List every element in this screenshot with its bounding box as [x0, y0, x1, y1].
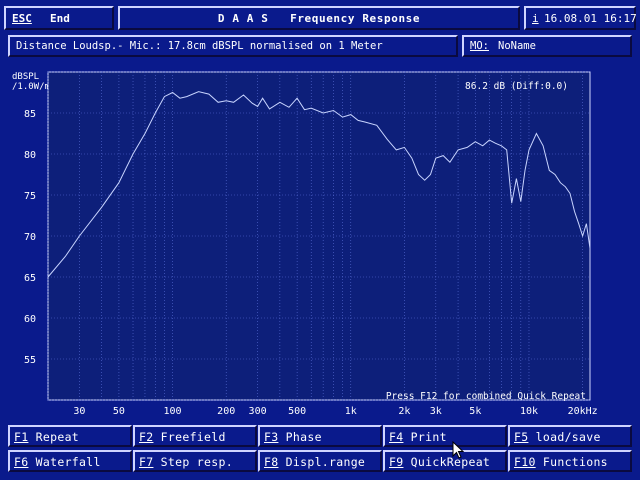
- fkey-label: F5 load/save: [514, 430, 601, 444]
- fkey-text: Print: [403, 430, 447, 444]
- fkey-label: F8 Displ.range: [264, 455, 365, 469]
- level-readout: 86.2 dB (Diff:0.0): [465, 81, 568, 92]
- fkey-text: QuickRepeat: [403, 455, 491, 469]
- fkey-f5-button[interactable]: F5 load/save: [508, 425, 632, 447]
- fkey-text: Functions: [535, 455, 608, 469]
- fkey-text: Step resp.: [153, 455, 233, 469]
- frequency-response-chart[interactable]: 85 80 75 70 65 60 55 30 50 100 200 300 500 1k 2k 3k 5k 1…: [0, 0, 640, 420]
- fkey-key: F4: [389, 430, 404, 444]
- fkey-key: F8: [264, 455, 279, 469]
- fkey-text: Freefield: [153, 430, 226, 444]
- fkey-text: Displ.range: [278, 455, 366, 469]
- fkey-label: F7 Step resp.: [139, 455, 233, 469]
- fkey-text: Repeat: [28, 430, 80, 444]
- fkey-f6-button[interactable]: F6 Waterfall: [8, 450, 132, 472]
- y-tick-label: 70: [24, 232, 36, 243]
- x-tick-label: 200: [217, 406, 235, 417]
- fkey-text: Waterfall: [28, 455, 101, 469]
- fkey-label: F10 Functions: [514, 455, 608, 469]
- fkey-label: F1 Repeat: [14, 430, 79, 444]
- x-tick-label: 2k: [398, 406, 410, 417]
- y-tick-label: 55: [24, 355, 36, 366]
- x-tick-label: 30: [73, 406, 85, 417]
- fkey-f3-button[interactable]: F3 Phase: [258, 425, 382, 447]
- fkey-text: load/save: [528, 430, 601, 444]
- fkey-key: F6: [14, 455, 29, 469]
- fkey-f7-button[interactable]: F7 Step resp.: [133, 450, 257, 472]
- quick-repeat-hint: Press F12 for combined Quick Repeat: [386, 391, 586, 402]
- fkey-label: F9 QuickRepeat: [389, 455, 490, 469]
- fkey-key: F1: [14, 430, 29, 444]
- fkey-label: F2 Freefield: [139, 430, 226, 444]
- fkey-f2-button[interactable]: F2 Freefield: [133, 425, 257, 447]
- fkey-key: F7: [139, 455, 154, 469]
- fkey-key: F3: [264, 430, 279, 444]
- x-tick-label: 1k: [345, 406, 357, 417]
- fkey-f1-button[interactable]: F1 Repeat: [8, 425, 132, 447]
- x-tick-label: 300: [249, 406, 267, 417]
- fkey-key: F5: [514, 430, 529, 444]
- y-tick-label: 65: [24, 273, 36, 284]
- fkey-text: Phase: [278, 430, 322, 444]
- fkey-f9-button[interactable]: F9 QuickRepeat: [383, 450, 507, 472]
- fkey-key: F9: [389, 455, 404, 469]
- x-tick-label: 3k: [430, 406, 442, 417]
- x-tick-label: 500: [288, 406, 306, 417]
- y-tick-label: 80: [24, 150, 36, 161]
- fkey-label: F6 Waterfall: [14, 455, 101, 469]
- x-tick-label: 10k: [520, 406, 538, 417]
- fkey-f10-button[interactable]: F10 Functions: [508, 450, 632, 472]
- y-tick-label: 75: [24, 191, 36, 202]
- x-tick-label: 20kHz: [568, 406, 598, 417]
- fkey-label: F3 Phase: [264, 430, 322, 444]
- fkey-label: F4 Print: [389, 430, 447, 444]
- fkey-key: F10: [514, 455, 536, 469]
- fkey-key: F2: [139, 430, 154, 444]
- x-tick-label: 100: [164, 406, 182, 417]
- y-tick-label: 60: [24, 314, 36, 325]
- y-tick-label: 85: [24, 109, 36, 120]
- mouse-pointer-icon: [452, 440, 465, 462]
- x-tick-label: 5k: [469, 406, 481, 417]
- x-tick-label: 50: [113, 406, 125, 417]
- fkey-f4-button[interactable]: F4 Print: [383, 425, 507, 447]
- fkey-f8-button[interactable]: F8 Displ.range: [258, 450, 382, 472]
